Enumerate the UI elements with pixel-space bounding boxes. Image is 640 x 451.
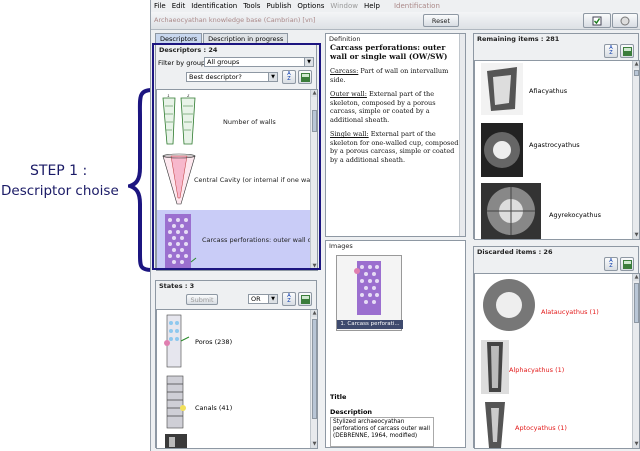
discarded-list: Alataucyathus (1) Alphacyathus (1) Aptoc… [474,273,640,449]
operator-value: OR [251,295,261,303]
title-label: Title [330,393,347,401]
sort-az-icon[interactable]: AZ [282,292,296,306]
item-label: Agastrocyathus [529,141,580,149]
item-label: Alphacyathus (1) [509,366,565,374]
scroll-up-icon[interactable]: ▲ [633,61,639,68]
definition-paragraph: Carcass: Part of wall on intervallum sid… [330,67,449,84]
definition-text: Carcass perforations: outer wall or sing… [330,43,462,170]
list-item[interactable]: Agastrocyathus [475,121,635,179]
menu-publish[interactable]: Publish [263,2,294,10]
images-title: Images [329,242,353,250]
remaining-items-panel: Remaining items : 281 AZ Afiacyathus Aga… [473,33,640,240]
scroll-up-icon[interactable]: ▲ [633,274,639,281]
description-label: Description [330,408,373,416]
tree-view-icon[interactable] [620,44,634,58]
item-label: Alataucyathus (1) [541,308,599,316]
scrollbar-thumb[interactable] [634,283,639,323]
remaining-list: Afiacyathus Agastrocyathus Agyrekocyathu… [474,60,640,240]
tab-descriptors[interactable]: Descriptors [155,33,203,43]
list-item[interactable]: Agyrekocyathus [475,181,635,239]
menu-window[interactable]: Window [327,2,361,10]
state-thumbnail [164,314,190,368]
discarded-count: Discarded items : 26 [477,248,553,256]
item-label: Agyrekocyathus [549,211,602,219]
remaining-count: Remaining items : 281 [477,35,560,43]
scroll-down-icon[interactable]: ▼ [633,232,639,239]
scroll-down-icon[interactable]: ▼ [311,441,317,448]
item-label: Afiacyathus [529,87,568,95]
specimen-image [481,276,537,334]
menu-help[interactable]: Help [361,2,383,10]
state-thumbnail [166,375,186,429]
tree-view-icon[interactable] [620,257,634,271]
chevron-down-icon: ▼ [268,295,277,303]
state-thumbnail [165,434,187,448]
main-tabs: Descriptors Description in progress [155,33,289,43]
specimen-image [481,123,523,177]
submit-button[interactable]: Submit [186,294,218,305]
list-item[interactable]: Aptocyathus (1) [475,398,635,448]
list-item[interactable]: Afiacyathus [475,61,635,119]
definition-title: Definition [329,35,361,43]
scroll-up-icon[interactable]: ▲ [311,310,317,317]
scroll-down-icon[interactable]: ▼ [633,441,639,448]
state-scrollbar[interactable]: ▲ ▼ [310,310,317,448]
image-caption: 1. Carcass perforati... [337,320,403,329]
operator-select[interactable]: OR ▼ [248,294,278,304]
definition-paragraph: Outer wall: External part of the skeleto… [330,90,436,124]
list-item[interactable]: Alphacyathus (1) [475,338,635,396]
image-description-text: Stylized archaeocyathan perforations of … [330,417,434,447]
states-count: States : 3 [159,282,195,290]
list-item[interactable]: Poros (238) [157,310,317,370]
sort-az-icon[interactable]: AZ [604,257,618,271]
images-panel: Images 1. Carcass perforati... Title Des… [325,240,466,448]
menu-tools[interactable]: Tools [240,2,263,10]
image-thumbnail-box[interactable]: 1. Carcass perforati... [336,255,403,331]
definition-panel: Definition Carcass perforations: outer w… [325,33,466,237]
stop-icon[interactable] [612,13,638,28]
window-title: Identification [393,1,440,10]
list-item[interactable]: Canals (41) [157,372,317,432]
specimen-image [481,340,509,394]
definition-scrollbar[interactable] [459,34,465,236]
scrollbar-thumb[interactable] [634,70,639,76]
validate-icon[interactable] [583,13,611,28]
state-list: Poros (238) Canals (41) ▲ ▼ [156,309,318,449]
states-panel: States : 3 Submit OR ▼ AZ Poros (238) Ca… [155,280,318,449]
menu-edit[interactable]: Edit [169,2,189,10]
menu-bar: File Edit Identification Tools Publish O… [151,0,640,11]
tab-description-in-progress[interactable]: Description in progress [203,33,289,43]
specimen-image [481,63,523,115]
state-label: Canals (41) [195,404,233,412]
discarded-scrollbar[interactable]: ▲ ▼ [632,274,639,448]
carcass-image [354,261,381,315]
step-highlight-frame [152,43,321,270]
menu-file[interactable]: File [151,2,169,10]
toolbar: Archaeocyathan knowledge base (Cambrian)… [151,12,640,30]
menu-options[interactable]: Options [294,2,327,10]
list-item[interactable]: Alataucyathus (1) [475,274,635,336]
definition-paragraph: Single wall: External part of the skelet… [330,130,459,164]
specimen-image [481,400,509,448]
definition-heading: Carcass perforations: outer wall or sing… [330,43,448,61]
scrollbar-thumb[interactable] [312,319,317,419]
item-label: Aptocyathus (1) [515,424,567,432]
step-annotation-line1: STEP 1 : [30,163,88,179]
knowledge-base-title: Archaeocyathan knowledge base (Cambrian)… [154,16,316,24]
menu-identification[interactable]: Identification [188,2,240,10]
reset-button[interactable]: Reset [423,14,459,27]
sort-az-icon[interactable]: AZ [604,44,618,58]
specimen-image [481,183,541,239]
tree-view-icon[interactable] [298,292,312,306]
state-label: Poros (238) [195,338,233,346]
remaining-scrollbar[interactable]: ▲ ▼ [632,61,639,239]
discarded-items-panel: Discarded items : 26 AZ Alataucyathus (1… [473,246,640,449]
step-annotation-line2: Descriptor choise [1,183,119,199]
